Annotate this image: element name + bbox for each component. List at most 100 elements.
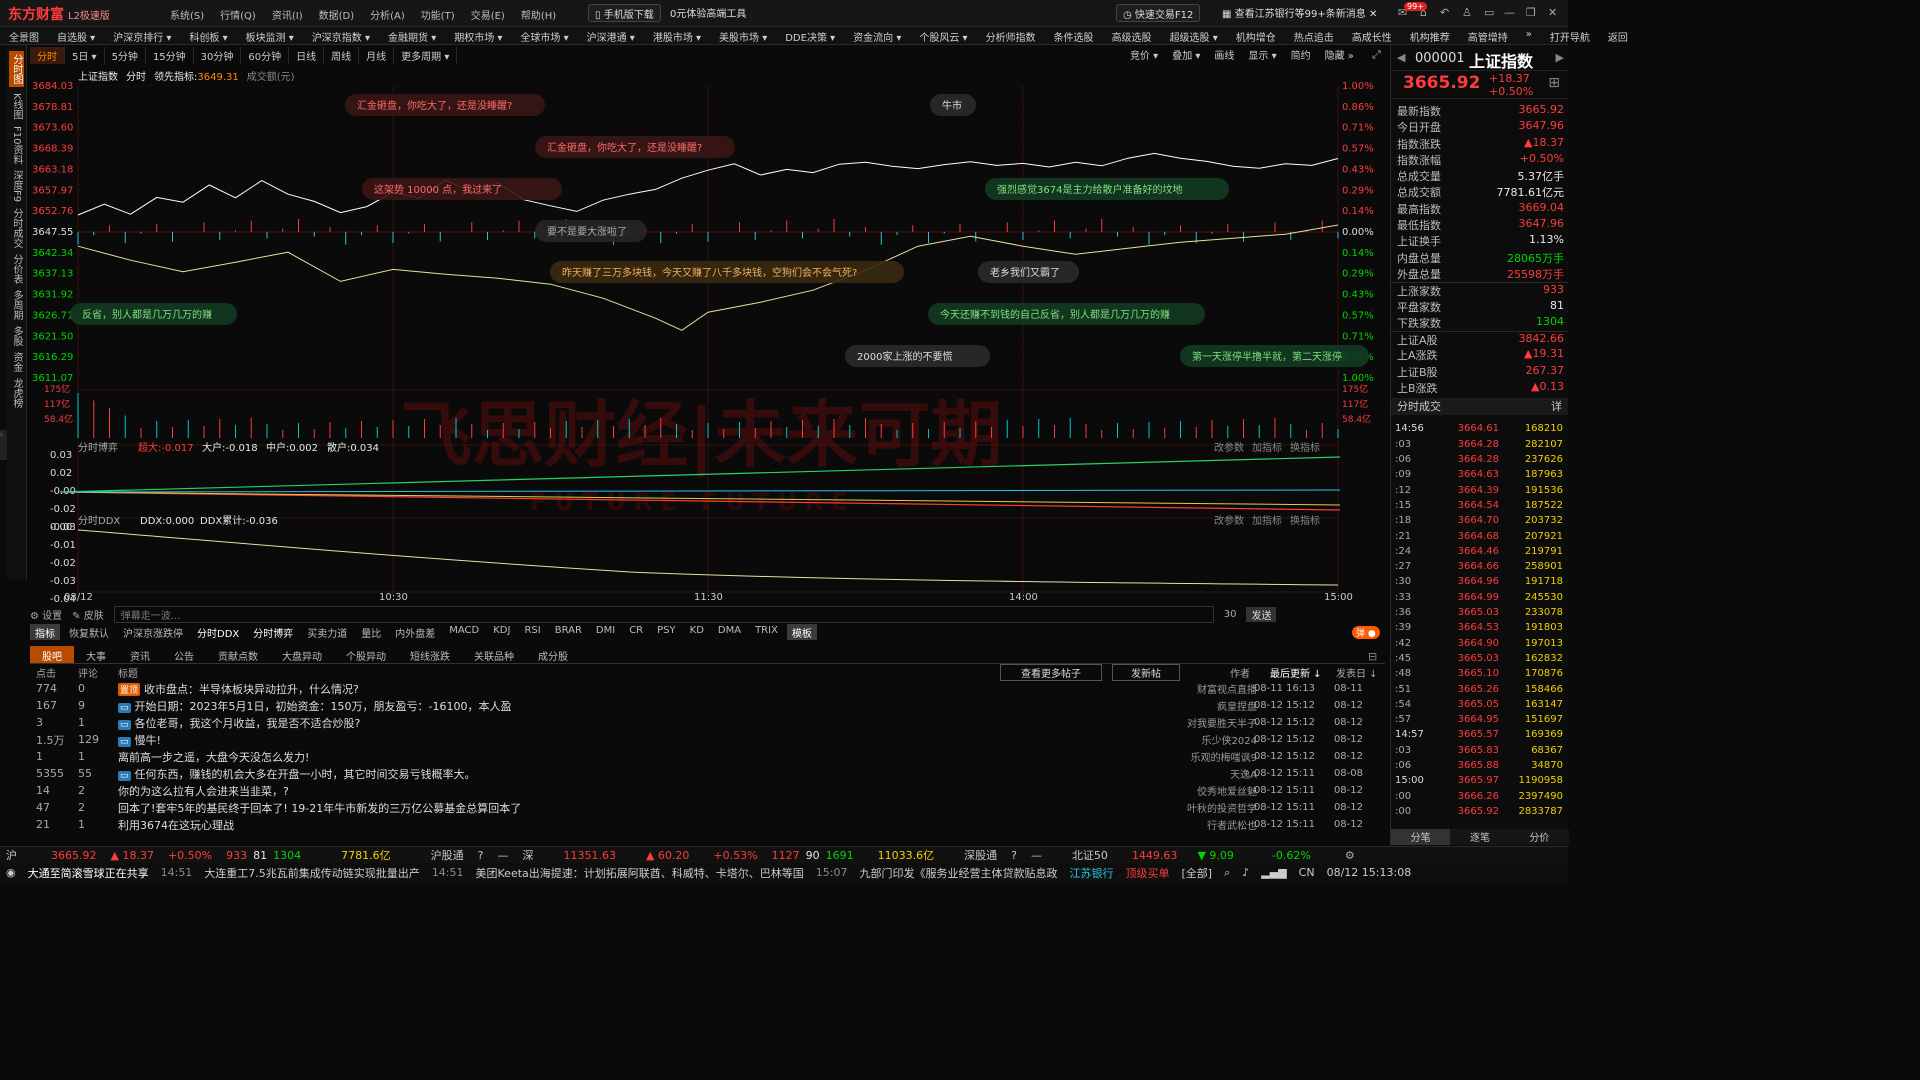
post-title-cell[interactable]: ▭ 各位老哥，我这个月收益，我是否不适合炒股? xyxy=(118,715,1158,731)
indicator-tab-10[interactable]: RSI xyxy=(519,624,545,640)
table-row[interactable]: 1 1 离前高一步之遥，大盘今天没怎么发力! 乐观的梅嗤讽9 08-12 15:12 08… xyxy=(30,748,1385,765)
menu-data[interactable]: 数据(D) xyxy=(319,7,355,22)
indicator-tab-8[interactable]: MACD xyxy=(444,624,484,640)
nav-item-16[interactable]: 条件选股 xyxy=(1045,27,1103,44)
nav-item-5[interactable]: 沪深京指数 ▾ xyxy=(303,27,379,44)
menu-analysis[interactable]: 分析(A) xyxy=(370,7,405,22)
table-row[interactable]: 3 1 ▭ 各位老哥，我这个月收益，我是否不适合炒股? 对我要胜天半子 08-12 15:… xyxy=(30,714,1385,731)
ticker-news-3[interactable]: 九部门印发《服务业经营主体贷款贴息政 xyxy=(859,865,1057,881)
next-stock-icon[interactable]: ▶ xyxy=(1556,51,1564,64)
post-author[interactable]: 叶秋的投资哲学 xyxy=(1187,800,1257,815)
post-title[interactable]: 你的为这么拉有人会进来当韭菜，? xyxy=(118,785,289,798)
post-title[interactable]: 慢牛! xyxy=(135,734,161,747)
post-author[interactable]: 对我要胜天半子 xyxy=(1187,715,1257,730)
post-title-cell[interactable]: 离前高一步之遥，大盘今天没怎么发力! xyxy=(118,749,1158,765)
indicator-tab-6[interactable]: 量比 xyxy=(356,624,386,640)
ticks-detail-button[interactable]: 详 xyxy=(1551,398,1562,415)
bz-price[interactable]: 1449.63 xyxy=(1132,849,1178,862)
post-title-cell[interactable]: 置顶 收市盘点：半导体板块异动拉升，什么情况? xyxy=(118,681,1158,697)
nav-item-12[interactable]: DDE决策 ▾ xyxy=(776,27,844,44)
send-button[interactable]: 发送 xyxy=(1246,606,1277,622)
nav-item-11[interactable]: 美股市场 ▾ xyxy=(710,27,776,44)
guba-tab-1[interactable]: 大事 xyxy=(74,646,118,663)
help-icon-2[interactable]: ? xyxy=(1011,849,1017,862)
settings-button[interactable]: ⚙ 设置 xyxy=(30,607,62,622)
guba-tab-0[interactable]: 股吧 xyxy=(30,646,74,663)
table-row[interactable]: 167 9 ▭ 开始日期：2023年5月1日，初始资金：150万，朋友盈亏：-1610… xyxy=(30,697,1385,714)
settings-gear-icon[interactable]: ⚙ xyxy=(1345,849,1355,862)
nav-item-4[interactable]: 板块监测 ▾ xyxy=(237,27,303,44)
table-row[interactable]: 47 2 回本了!套牢5年的基民终于回本了! 19-21年牛市新发的三万亿公募基金总… xyxy=(30,799,1385,816)
indicator-tab-11[interactable]: BRAR xyxy=(550,624,587,640)
post-author[interactable]: 财富视点直播 xyxy=(1197,681,1257,696)
indicator-tab-4[interactable]: 分时博弈 xyxy=(248,624,298,640)
nav-item-8[interactable]: 全球市场 ▾ xyxy=(511,27,577,44)
col-comment[interactable]: 评论 xyxy=(78,665,118,680)
left-tab-9[interactable]: 龙虎榜 xyxy=(9,378,24,408)
panel-layout-icon[interactable]: ⊟ xyxy=(1368,650,1377,663)
period-tab-6[interactable]: 日线 xyxy=(289,47,325,64)
mobile-download-button[interactable]: ▯ 手机版下载 xyxy=(588,4,661,22)
period-tab-9[interactable]: 更多周期 ▾ xyxy=(394,47,458,64)
chart-tool-5[interactable]: 隐藏 » xyxy=(1325,47,1354,62)
nav-item-15[interactable]: 分析师指数 xyxy=(977,27,1045,44)
news-notice[interactable]: ▦ 查看江苏银行等99+条新消息 ✕ xyxy=(1216,4,1383,22)
help-icon[interactable]: ? xyxy=(478,849,484,862)
nav-item-13[interactable]: 资金流向 ▾ xyxy=(844,27,910,44)
post-title-cell[interactable]: ▭ 慢牛! xyxy=(118,732,1158,748)
nav-item-14[interactable]: 个股风云 ▾ xyxy=(910,27,976,44)
nav-item-22[interactable]: 机构推荐 xyxy=(1401,27,1459,44)
nav-item-26[interactable]: 返回 xyxy=(1599,27,1637,44)
tick-tab-2[interactable]: 分价 xyxy=(1509,829,1569,845)
col-last-update[interactable]: 最后更新 ↓ xyxy=(1270,665,1322,680)
col-click[interactable]: 点击 xyxy=(30,665,78,680)
post-author[interactable]: 乐观的梅嗤讽9 xyxy=(1191,749,1257,764)
nav-item-2[interactable]: 沪深京排行 ▾ xyxy=(104,27,180,44)
ticker-all[interactable]: [全部] xyxy=(1181,865,1212,881)
nav-item-1[interactable]: 自选股 ▾ xyxy=(48,27,104,44)
ticker-news-1[interactable]: 大连重工7.5兆瓦前集成传动链实现批量出产 xyxy=(204,865,420,881)
nav-item-9[interactable]: 沪深港通 ▾ xyxy=(578,27,644,44)
sz-price[interactable]: 11351.63 xyxy=(563,849,616,862)
close-icon[interactable]: ✕ xyxy=(1369,9,1377,20)
menu-system[interactable]: 系统(S) xyxy=(170,7,204,22)
promo-button[interactable]: 0元体验高端工具 xyxy=(664,4,752,22)
period-tab-4[interactable]: 30分钟 xyxy=(194,47,242,64)
new-post-button[interactable]: 发新帖 xyxy=(1112,663,1180,681)
indicator-tab-3[interactable]: 分时DDX xyxy=(192,624,244,640)
sh-price[interactable]: 3665.92 xyxy=(51,849,97,862)
menu-trade[interactable]: 交易(E) xyxy=(471,7,505,22)
left-tab-4[interactable]: 分时成交 xyxy=(9,208,24,248)
menu-info[interactable]: 资讯(I) xyxy=(272,7,303,22)
nav-item-6[interactable]: 金融期货 ▾ xyxy=(379,27,445,44)
danmu-toggle[interactable]: 弹 ● xyxy=(1352,626,1380,639)
post-title[interactable]: 利用3674在这玩心理战 xyxy=(118,819,234,832)
indicator-tab-17[interactable]: TRIX xyxy=(750,624,783,640)
menu-quote[interactable]: 行情(Q) xyxy=(220,7,256,22)
table-row[interactable]: 5355 55 ▭ 任何东西，赚钱的机会大多在开盘一小时，其它时间交易亏钱概率大。 天逸… xyxy=(30,765,1385,782)
left-tab-0[interactable]: 分时图 xyxy=(9,51,24,87)
left-tab-7[interactable]: 多股 xyxy=(9,326,24,346)
indicator-tab-5[interactable]: 买卖力道 xyxy=(302,624,352,640)
tick-tab-0[interactable]: 分笔 xyxy=(1391,829,1451,845)
indicator-tab-18[interactable]: 模板 xyxy=(786,624,817,640)
nav-item-17[interactable]: 高级选股 xyxy=(1103,27,1161,44)
post-title[interactable]: 任何东西，赚钱的机会大多在开盘一小时，其它时间交易亏钱概率大。 xyxy=(135,768,476,781)
tick-tab-1[interactable]: 逐笔 xyxy=(1450,829,1510,845)
left-tab-6[interactable]: 多周期 xyxy=(9,290,24,320)
ticker-news-2[interactable]: 美团Keeta出海提速：计划拓展阿联酋、科威特、卡塔尔、巴林等国 xyxy=(476,865,804,881)
fullscreen-icon[interactable]: ⤢ xyxy=(1372,48,1381,62)
window-close-icon[interactable]: ✕ xyxy=(1548,6,1557,19)
back-icon[interactable]: ↶ xyxy=(1440,6,1449,19)
guba-tab-2[interactable]: 资讯 xyxy=(118,646,162,663)
indicator-tab-1[interactable]: 恢复默认 xyxy=(64,624,114,640)
post-title[interactable]: 离前高一步之遥，大盘今天没怎么发力! xyxy=(118,751,309,764)
period-tab-3[interactable]: 15分钟 xyxy=(146,47,194,64)
maximize-icon[interactable]: ❐ xyxy=(1526,6,1536,19)
post-title[interactable]: 回本了!套牢5年的基民终于回本了! 19-21年牛市新发的三万亿公募基金总算回本… xyxy=(118,802,521,815)
col-post-date[interactable]: 发表日 ↓ xyxy=(1336,665,1378,680)
prev-stock-icon[interactable]: ◀ xyxy=(1397,51,1405,64)
quick-trade-button[interactable]: ◷ 快速交易F12 xyxy=(1116,4,1201,22)
nav-item-19[interactable]: 机构增仓 xyxy=(1227,27,1285,44)
nav-item-20[interactable]: 热点追击 xyxy=(1285,27,1343,44)
